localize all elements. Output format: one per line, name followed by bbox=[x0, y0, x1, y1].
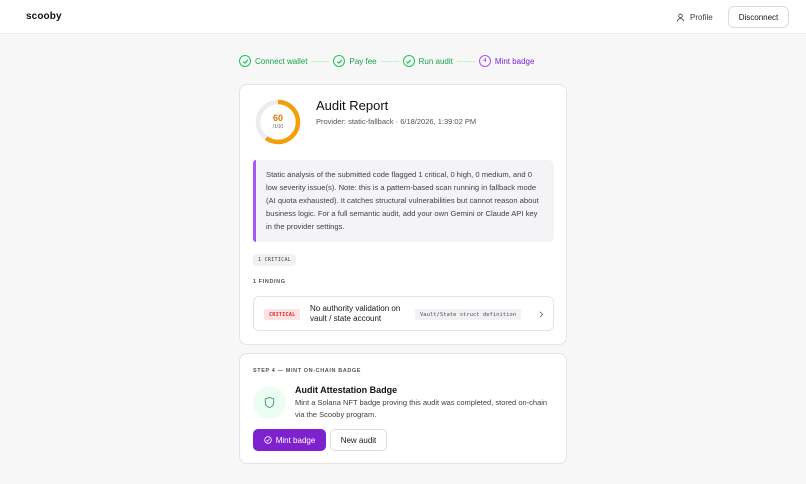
mint-badge-card: STEP 4 — MINT ON-CHAIN BADGE Audit Attes… bbox=[239, 353, 567, 464]
profile-label: Profile bbox=[690, 12, 713, 22]
profile-link[interactable]: Profile bbox=[676, 10, 713, 24]
score-value: 60 bbox=[272, 113, 283, 123]
step-label: Connect wallet bbox=[255, 56, 308, 66]
severity-count-badge: 1 CRITICAL bbox=[253, 254, 297, 266]
step-pay-fee: Pay fee bbox=[333, 55, 377, 67]
step-connector bbox=[380, 60, 399, 62]
check-icon bbox=[402, 55, 415, 67]
shield-icon bbox=[264, 396, 275, 409]
check-icon bbox=[333, 55, 346, 67]
step-connector bbox=[456, 60, 475, 62]
step-run-audit: Run audit bbox=[402, 55, 453, 67]
disconnect-button[interactable]: Disconnect bbox=[728, 6, 789, 28]
step-connector bbox=[311, 60, 330, 62]
badge-title: Audit Attestation Badge bbox=[295, 385, 398, 395]
step-label: Pay fee bbox=[349, 56, 377, 66]
step-label: Mint badge bbox=[494, 56, 535, 66]
finding-location: Vault/State struct definition bbox=[415, 309, 522, 320]
top-bar: scooby Profile Disconnect bbox=[0, 0, 806, 34]
report-title: Audit Report bbox=[316, 98, 389, 113]
user-icon bbox=[676, 13, 685, 21]
step-mint-badge: 4 Mint badge bbox=[478, 55, 535, 67]
check-circle-icon bbox=[264, 436, 272, 444]
report-meta: Provider: static-fallback · 6/18/2026, 1… bbox=[316, 117, 477, 126]
finding-title: No authority validation on vault / state… bbox=[310, 304, 401, 323]
badge-icon-wrap bbox=[253, 386, 286, 419]
chevron-right-icon bbox=[539, 311, 544, 318]
step-number: 4 bbox=[478, 55, 491, 67]
audit-report-card: 60 /100 Audit Report Provider: static-fa… bbox=[239, 84, 567, 345]
new-audit-button[interactable]: New audit bbox=[330, 429, 387, 451]
finding-row[interactable]: CRITICAL No authority validation on vaul… bbox=[253, 296, 554, 331]
check-icon bbox=[239, 55, 251, 67]
step-label: Run audit bbox=[418, 56, 453, 66]
badge-description: Mint a Solana NFT badge proving this aud… bbox=[295, 398, 548, 419]
mint-badge-label: Mint badge bbox=[275, 435, 316, 445]
brand-logo[interactable]: scooby bbox=[26, 11, 62, 22]
step-connect-wallet: Connect wallet bbox=[239, 55, 307, 67]
mint-step-label: STEP 4 — MINT ON-CHAIN BADGE bbox=[253, 368, 362, 374]
mint-badge-button[interactable]: Mint badge bbox=[253, 429, 326, 451]
findings-count-label: 1 FINDING bbox=[253, 279, 286, 285]
severity-tag: CRITICAL bbox=[264, 309, 301, 320]
report-summary: Static analysis of the submitted code fl… bbox=[253, 160, 554, 242]
progress-stepper: Connect wallet Pay fee Run audit 4 Mint … bbox=[239, 54, 534, 68]
score-max: /100 bbox=[272, 124, 284, 130]
